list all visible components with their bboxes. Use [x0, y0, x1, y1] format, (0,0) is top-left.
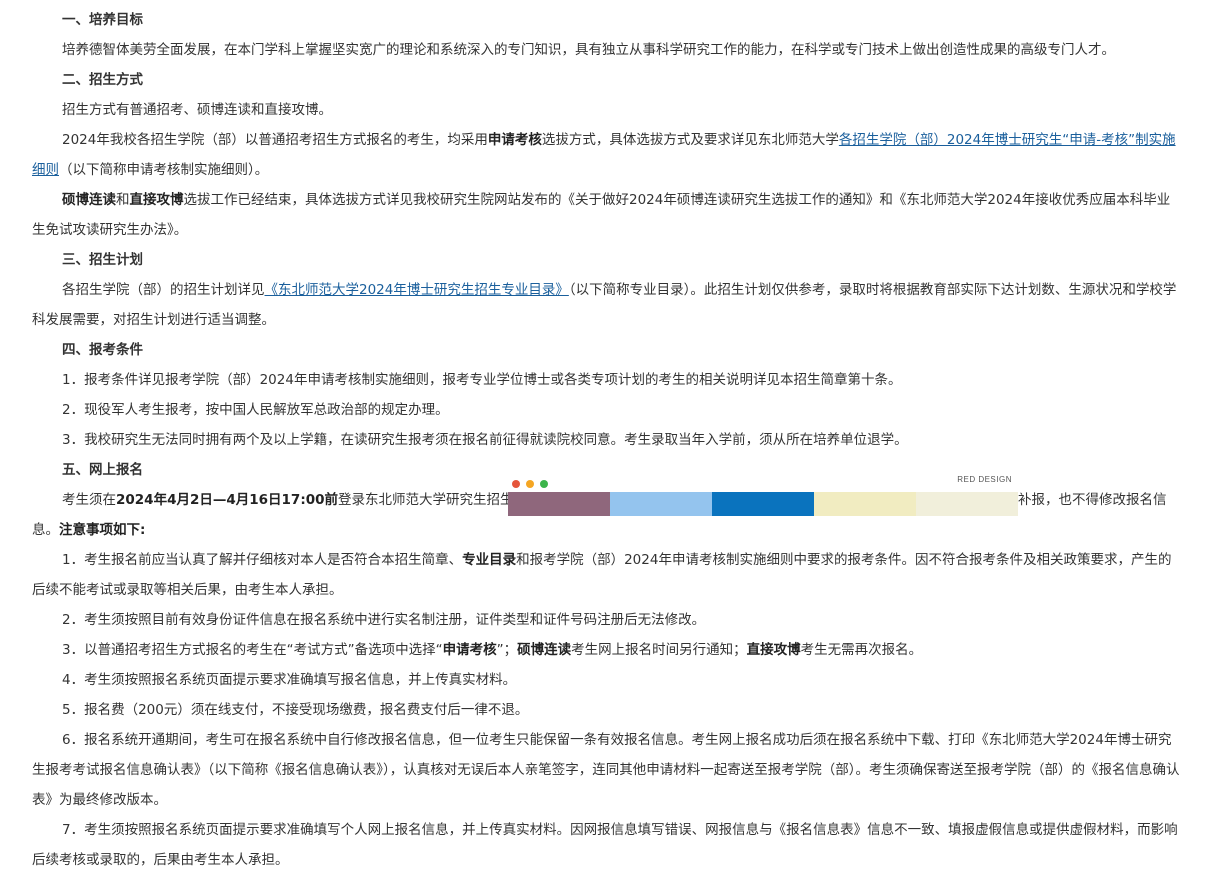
list-item: 3．我校研究生无法同时拥有两个及以上学籍，在读研究生报考须在报名前征得就读院校同…: [62, 432, 908, 448]
green-dot-icon: [540, 480, 548, 488]
text: ”；: [496, 642, 518, 658]
palette-swatch: [610, 492, 712, 516]
bold-text: 申请考核: [442, 642, 497, 658]
text: 各招生学院（部）的招生计划详见: [62, 282, 265, 298]
list-item: 2．考生须按照目前有效身份证件信息在报名系统中进行实名制注册，证件类型和证件号码…: [62, 612, 706, 628]
text: 。: [173, 222, 188, 238]
section-title: 三、招生计划: [62, 252, 143, 268]
list-item: 6．报名系统开通期间，考生可在报名系统中自行修改报名信息，但一位考生只能保留一条…: [32, 732, 1180, 808]
text: 《关于做好2024年硕博连读研究生选拔工作的通知》: [561, 192, 880, 208]
text: 选拔工作已经结束，具体选拔方式详见我校研究生院网站发布的: [183, 192, 562, 208]
section-title: 四、报考条件: [62, 342, 143, 358]
text: 考生无需再次报名。: [800, 642, 923, 658]
paragraph: 2024年我校各招生学院（部）以普通招考招生方式报名的考生，均采用申请考核选拔方…: [32, 125, 1182, 185]
list-item: 1．考生报名前应当认真了解并仔细核对本人是否符合本招生简章、专业目录和报考学院（…: [32, 545, 1182, 605]
palette-swatch: [508, 492, 610, 516]
list-item: 7．考生须按照报名系统页面提示要求准确填写个人网上报名信息，并上传真实材料。因网…: [32, 822, 1178, 868]
palette-swatch: [814, 492, 916, 516]
text: 3．以普通招考招生方式报名的考生在“考试方式”备选项中选择“: [62, 642, 443, 658]
window-dots: [512, 476, 554, 488]
bold-text: 申请考核: [487, 132, 542, 148]
list-item: 1．报考条件详见报考学院（部）2024年申请考核制实施细则，报考专业学位博士或各…: [62, 372, 902, 388]
bold-text: 硕博连读: [62, 192, 116, 208]
palette-swatch: [712, 492, 814, 516]
bold-text: 专业目录: [462, 552, 517, 568]
section-title: 二、招生方式: [62, 72, 143, 88]
palette-strip: [508, 492, 1018, 516]
text: （以下简称申请考核制实施细则）。: [59, 162, 269, 178]
text: 和: [116, 192, 130, 208]
brand-label: RED DESIGN: [957, 475, 1012, 484]
bold-text: 2024年4月2日—4月16日17:00前: [116, 492, 339, 508]
paragraph: 培养德智体美劳全面发展，在本门学科上掌握坚实宽广的理论和系统深入的专门知识，具有…: [62, 42, 1115, 58]
list-item: 3．以普通招考招生方式报名的考生在“考试方式”备选项中选择“申请考核”；硕博连读…: [32, 635, 1182, 665]
paragraph: 招生方式有普通招考、硕博连读和直接攻博。: [62, 102, 332, 118]
bold-text: 注意事项如下:: [59, 522, 146, 538]
bold-text: 直接攻博: [746, 642, 801, 658]
list-item: 4．考生须按照报名系统页面提示要求准确填写报名信息，并上传真实材料。: [62, 672, 517, 688]
article-body: 一、培养目标 培养德智体美劳全面发展，在本门学科上掌握坚实宽广的理论和系统深入的…: [32, 5, 1182, 875]
section-title: 一、培养目标: [62, 12, 143, 28]
text: 选拔方式，具体选拔方式及要求详见东北师范大学: [541, 132, 839, 148]
color-palette-overlay: RED DESIGN: [508, 473, 1020, 517]
text: 2024年我校各招生学院（部）以普通招考招生方式报名的考生，均采用: [62, 132, 488, 148]
red-dot-icon: [512, 480, 520, 488]
text: 考生须在: [62, 492, 116, 508]
text: 考生网上报名时间另行通知；: [571, 642, 747, 658]
list-item: 5．报名费（200元）须在线支付，不接受现场缴费，报名费支付后一律不退。: [62, 702, 529, 718]
list-item: 2．现役军人考生报考，按中国人民解放军总政治部的规定办理。: [62, 402, 449, 418]
bold-text: 硕博连读: [517, 642, 572, 658]
paragraph: 硕博连读和直接攻博选拔工作已经结束，具体选拔方式详见我校研究生院网站发布的《关于…: [32, 185, 1182, 245]
paragraph: 各招生学院（部）的招生计划详见《东北师范大学2024年博士研究生招生专业目录》（…: [32, 275, 1182, 335]
catalog-link[interactable]: 《东北师范大学2024年博士研究生招生专业目录》: [265, 282, 569, 298]
text: 登录东北师范大学研究生招生: [338, 492, 514, 508]
palette-swatch: [916, 492, 1018, 516]
text: 和: [879, 192, 893, 208]
bold-text: 直接攻博: [129, 192, 184, 208]
orange-dot-icon: [526, 480, 534, 488]
text: 1．考生报名前应当认真了解并仔细核对本人是否符合本招生简章、: [62, 552, 463, 568]
